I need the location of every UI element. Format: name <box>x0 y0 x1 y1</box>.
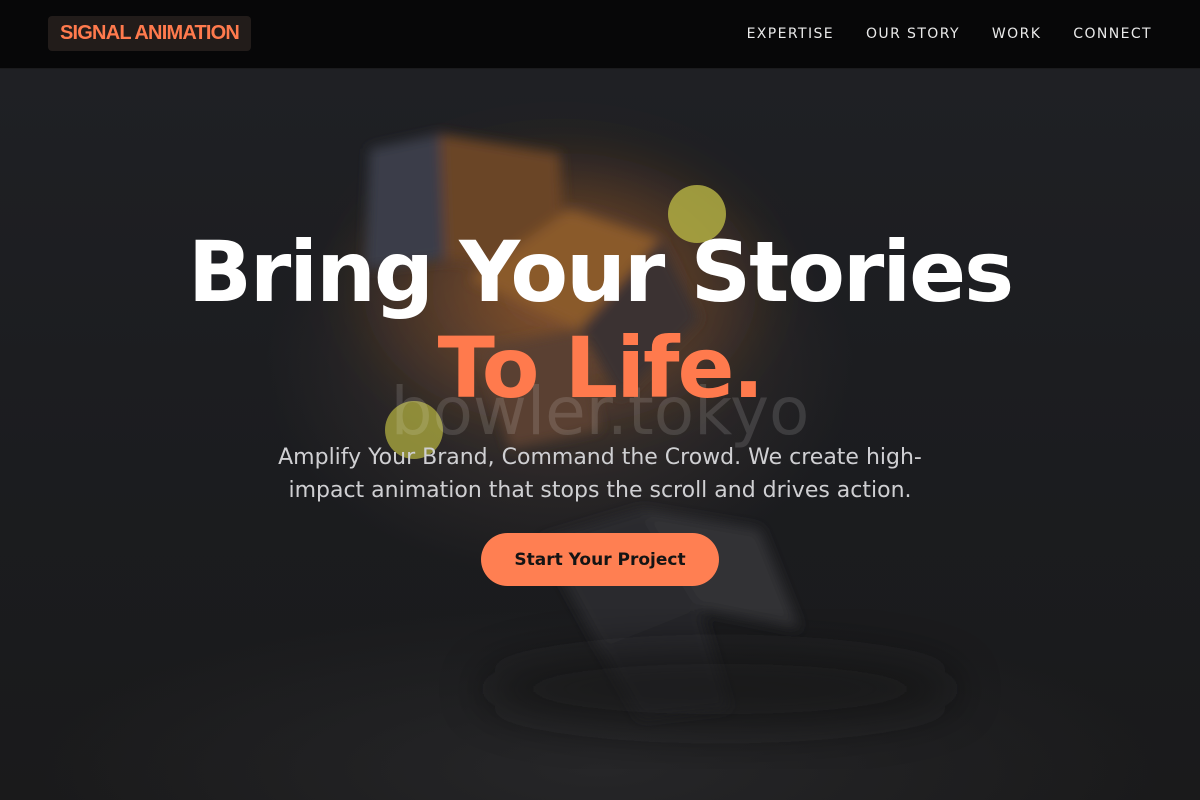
floor-shadow <box>480 649 960 729</box>
nav-link-work[interactable]: WORK <box>992 26 1041 42</box>
start-project-button[interactable]: Start Your Project <box>481 533 719 586</box>
hero-subtitle: Amplify Your Brand, Command the Crowd. W… <box>278 445 922 503</box>
hero-background-art: bowler.tokyo <box>330 129 960 729</box>
brand-logo[interactable]: SIGNAL ANIMATION <box>48 16 252 51</box>
site-header: SIGNAL ANIMATION EXPERTISE OUR STORY WOR… <box>0 0 1200 69</box>
hero-headline-accent: To Life. <box>437 319 765 417</box>
nav-link-our-story[interactable]: OUR STORY <box>866 26 960 42</box>
hero-headline-primary: Bring Your Stories <box>187 223 1014 321</box>
main-nav: EXPERTISE OUR STORY WORK CONNECT <box>747 0 1152 68</box>
hero-background: bowler.tokyo <box>0 69 1200 800</box>
nav-link-expertise[interactable]: EXPERTISE <box>747 26 834 42</box>
nav-link-connect[interactable]: CONNECT <box>1073 26 1152 42</box>
landing-page: SIGNAL ANIMATION EXPERTISE OUR STORY WOR… <box>0 0 1200 800</box>
